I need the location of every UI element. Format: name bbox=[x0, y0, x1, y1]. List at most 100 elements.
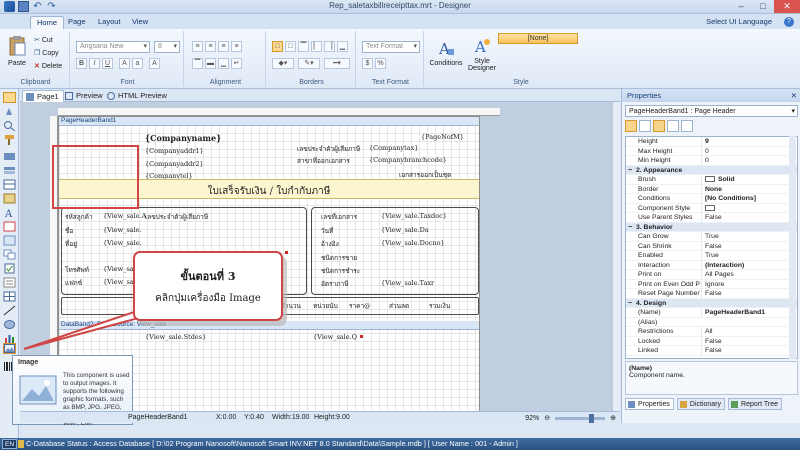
zoom-out-icon[interactable]: ⊖ bbox=[544, 413, 550, 424]
property-value[interactable]: Solid bbox=[701, 175, 796, 185]
panel-close-icon[interactable]: ✕ bbox=[791, 89, 797, 102]
property-name: Linked bbox=[638, 347, 659, 354]
alphabetical-icon[interactable] bbox=[639, 120, 651, 132]
property-value[interactable]: True bbox=[701, 232, 796, 242]
property-value[interactable]: All bbox=[701, 327, 796, 337]
property-name: Can Shrink bbox=[638, 242, 672, 250]
property-category[interactable]: 2. Appearance bbox=[626, 165, 797, 175]
zoom-slider[interactable] bbox=[555, 413, 606, 423]
property-pages-icon[interactable] bbox=[681, 120, 693, 132]
property-name: Interaction bbox=[638, 261, 670, 269]
properties-title: Properties ✕ bbox=[622, 89, 800, 102]
property-category-label: 3. Behavior bbox=[636, 223, 673, 231]
property-name: Brush bbox=[638, 176, 656, 183]
events-view-icon[interactable] bbox=[667, 120, 679, 132]
property-name: Min Height bbox=[638, 157, 671, 164]
database-status: C-Database Status : Access Database [ D:… bbox=[26, 439, 518, 448]
zoom-controls: 92% ⊖ ⊕ bbox=[525, 412, 620, 424]
property-value-text: False bbox=[705, 337, 722, 345]
property-row[interactable]: Conditions [No Conditions] bbox=[626, 194, 797, 204]
property-value[interactable]: False bbox=[701, 241, 796, 251]
status-height: Height:9.00 bbox=[314, 414, 350, 421]
property-value[interactable]: False bbox=[701, 289, 796, 299]
property-value[interactable]: (Interaction) bbox=[701, 260, 796, 270]
database-icon bbox=[18, 440, 24, 448]
property-value[interactable]: Ignore bbox=[701, 279, 796, 289]
property-value[interactable] bbox=[701, 203, 796, 213]
property-description-text: Component name. bbox=[629, 372, 685, 379]
property-name: Locked bbox=[638, 337, 660, 345]
categorized-icon[interactable] bbox=[625, 120, 637, 132]
language-indicator[interactable]: EN bbox=[2, 439, 18, 449]
property-name: Border bbox=[638, 185, 659, 193]
property-category[interactable]: 3. Behavior bbox=[626, 222, 797, 232]
tab-report-tree-label: Report Tree bbox=[741, 401, 778, 408]
property-value-text: False bbox=[705, 242, 722, 250]
property-grid-scrollbar[interactable] bbox=[789, 136, 796, 359]
property-row[interactable]: Brush Solid bbox=[626, 175, 797, 185]
property-grid[interactable]: Height 9 Max Height 0 Min Height 0 2. Appearan… bbox=[625, 136, 798, 359]
property-category-label: 2. Appearance bbox=[636, 166, 683, 174]
property-row[interactable]: Interaction (Interaction) bbox=[626, 260, 797, 270]
property-name: Print on bbox=[638, 271, 662, 278]
properties-tab-strip: Properties Dictionary Report Tree bbox=[625, 398, 782, 410]
property-row[interactable]: Border None bbox=[626, 184, 797, 194]
properties-view-icon[interactable] bbox=[653, 120, 665, 132]
property-value[interactable]: False bbox=[701, 336, 796, 346]
property-value-text: All bbox=[705, 328, 713, 335]
property-value-text: Ignore bbox=[705, 280, 725, 288]
property-value-text: 0 bbox=[705, 157, 709, 164]
callout-instruction: คลิกปุ่มเครื่องมือ Image bbox=[155, 293, 261, 304]
property-row[interactable]: Reset Page Number False bbox=[626, 289, 797, 299]
property-row[interactable]: (Name) PageHeaderBand1 bbox=[626, 308, 797, 318]
property-row[interactable]: (Alias) bbox=[626, 318, 797, 327]
tab-dictionary[interactable]: Dictionary bbox=[676, 398, 726, 410]
property-value-text: PageHeaderBand1 bbox=[705, 309, 766, 316]
property-value-text: 0 bbox=[705, 147, 709, 155]
property-value[interactable]: 0 bbox=[701, 146, 796, 156]
property-description: (Name) Component name. bbox=[625, 361, 798, 395]
property-value-text: All Pages bbox=[705, 271, 734, 278]
property-row[interactable]: Print on Even Odd Pa Ignore bbox=[626, 279, 797, 289]
property-description-name: (Name) bbox=[629, 365, 653, 372]
instruction-callout: ขั้นตอนที่ 3 คลิกปุ่มเครื่องมือ Image bbox=[133, 251, 283, 321]
component-selector[interactable]: PageHeaderBand1 : Page Header bbox=[625, 105, 798, 117]
property-name: Component Style bbox=[638, 204, 691, 212]
property-row[interactable]: Locked False bbox=[626, 336, 797, 346]
property-value-text: None bbox=[705, 185, 722, 193]
property-value[interactable]: None bbox=[701, 184, 796, 194]
property-value[interactable]: True bbox=[701, 251, 796, 261]
property-value[interactable]: 9 bbox=[701, 137, 796, 147]
property-row[interactable]: Max Height 0 bbox=[626, 146, 797, 156]
status-x: X:0.00 bbox=[216, 414, 237, 421]
property-name: (Name) bbox=[638, 309, 661, 316]
property-name: Can Grow bbox=[638, 233, 669, 240]
property-value[interactable]: [No Conditions] bbox=[701, 194, 796, 204]
property-row[interactable]: Can Grow True bbox=[626, 232, 797, 242]
tab-properties-label: Properties bbox=[638, 401, 670, 408]
property-row[interactable]: Restrictions All bbox=[626, 327, 797, 337]
property-row[interactable]: Component Style bbox=[626, 203, 797, 213]
property-row[interactable]: Can Shrink False bbox=[626, 241, 797, 251]
property-name: Conditions bbox=[638, 195, 671, 202]
tab-properties[interactable]: Properties bbox=[625, 398, 674, 410]
tab-report-tree[interactable]: Report Tree bbox=[728, 398, 782, 410]
property-value[interactable]: 0 bbox=[701, 156, 796, 166]
property-value[interactable]: PageHeaderBand1 bbox=[701, 308, 796, 318]
property-row[interactable]: Enabled True bbox=[626, 251, 797, 261]
report-tree-tab-icon bbox=[731, 401, 739, 408]
property-category[interactable]: 4. Design bbox=[626, 298, 797, 308]
property-value[interactable]: False bbox=[701, 213, 796, 223]
property-row[interactable]: Print on All Pages bbox=[626, 270, 797, 280]
property-row[interactable]: Height 9 bbox=[626, 137, 797, 147]
tooltip-title: Image bbox=[18, 359, 39, 366]
property-row[interactable]: Linked False bbox=[626, 346, 797, 356]
property-row[interactable]: Min Height 0 bbox=[626, 156, 797, 166]
property-value[interactable]: All Pages bbox=[701, 270, 796, 280]
properties-toolbar bbox=[625, 120, 693, 133]
property-value-text: False bbox=[705, 214, 722, 221]
zoom-in-icon[interactable]: ⊕ bbox=[610, 413, 616, 424]
property-value[interactable]: False bbox=[701, 346, 796, 356]
properties-title-label: Properties bbox=[627, 91, 662, 100]
property-row[interactable]: Use Parent Styles False bbox=[626, 213, 797, 223]
